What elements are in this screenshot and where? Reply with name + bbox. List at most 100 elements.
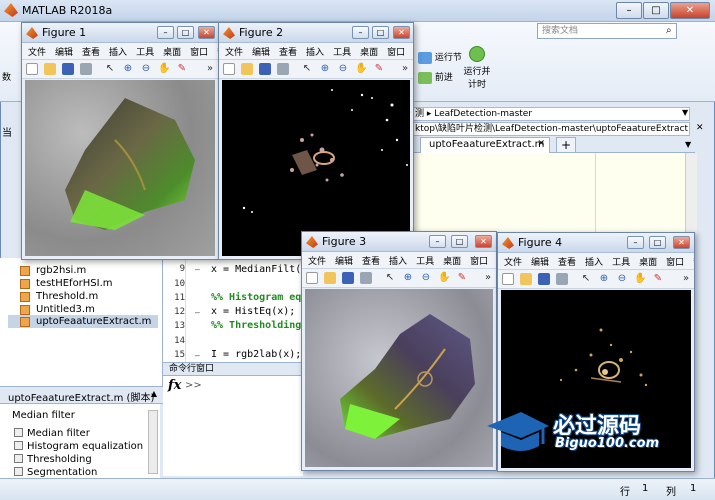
zoom-out-icon[interactable]: ⊖: [337, 63, 349, 75]
toolbar-overflow-icon[interactable]: »: [399, 63, 411, 75]
close-button[interactable]: ✕: [393, 26, 410, 39]
menu-view[interactable]: 查看: [273, 43, 300, 58]
folder-breadcrumb[interactable]: 测 ▸ LeafDetection-master: [410, 107, 690, 121]
zoom-out-icon[interactable]: ⊖: [616, 273, 628, 285]
breakpoint-dash[interactable]: –: [195, 265, 200, 274]
menu-insert[interactable]: 插入: [383, 252, 410, 267]
menu-tools[interactable]: 工具: [606, 253, 633, 268]
menu-file[interactable]: 文件: [22, 43, 49, 58]
maximize-button[interactable]: □: [451, 235, 468, 248]
toolbar-overflow-icon[interactable]: »: [680, 273, 692, 285]
tab-close-icon[interactable]: ✕: [537, 139, 545, 149]
print-icon[interactable]: [556, 273, 568, 285]
code-line[interactable]: I = rgb2lab(x);: [211, 349, 301, 360]
minimize-button[interactable]: –: [157, 26, 174, 39]
pan-icon[interactable]: ✋: [634, 273, 646, 285]
outline-item[interactable]: Thresholding: [14, 454, 92, 465]
data-cursor-icon[interactable]: ✎: [176, 63, 188, 75]
pan-icon[interactable]: ✋: [355, 63, 367, 75]
menu-window[interactable]: 窗口: [184, 43, 211, 58]
menu-window[interactable]: 窗口: [660, 253, 687, 268]
code-comment[interactable]: %% Thresholding: [211, 320, 301, 331]
close-button[interactable]: ✕: [475, 235, 492, 248]
figure-window-3[interactable]: Figure 3 – □ ✕ 文件编辑查看插入工具桌面窗口帮助 ↖ ⊕ ⊖ ✋ …: [301, 231, 497, 471]
zoom-in-icon[interactable]: ⊕: [319, 63, 331, 75]
close-button[interactable]: ✕: [198, 26, 215, 39]
menu-help[interactable]: 帮助: [211, 43, 218, 58]
add-tab-button[interactable]: +: [556, 137, 576, 153]
menu-tools[interactable]: 工具: [327, 43, 354, 58]
outline-item[interactable]: Histogram equalization: [14, 441, 143, 452]
breakpoint-dash[interactable]: –: [195, 351, 200, 360]
chevron-down-icon[interactable]: ▼: [682, 108, 688, 117]
minimize-button[interactable]: –: [352, 26, 369, 39]
toolbar-overflow-icon[interactable]: »: [482, 272, 494, 284]
save-icon[interactable]: [259, 63, 271, 75]
panel-close-icon[interactable]: ✕: [696, 123, 704, 133]
pointer-icon[interactable]: ↖: [580, 273, 592, 285]
menu-tools[interactable]: 工具: [410, 252, 437, 267]
close-button[interactable]: ✕: [670, 2, 710, 19]
outline-item[interactable]: Median filter: [14, 428, 90, 439]
zoom-in-icon[interactable]: ⊕: [598, 273, 610, 285]
image-axes[interactable]: [305, 289, 493, 467]
open-file-icon[interactable]: [44, 63, 56, 75]
tab-menu-icon[interactable]: ▼: [685, 140, 691, 149]
figure-titlebar[interactable]: Figure 1 – □ ✕: [22, 23, 218, 43]
menu-desktop[interactable]: 桌面: [157, 43, 184, 58]
pointer-icon[interactable]: ↖: [104, 63, 116, 75]
menu-file[interactable]: 文件: [219, 43, 246, 58]
save-icon[interactable]: [62, 63, 74, 75]
editor-tab-active[interactable]: uptoFeaatureExtract.m ✕: [420, 137, 550, 153]
code-line[interactable]: x = HistEq(x);: [211, 306, 295, 317]
save-icon[interactable]: [342, 272, 354, 284]
menu-edit[interactable]: 编辑: [525, 253, 552, 268]
figure-titlebar[interactable]: Figure 2 – □ ✕: [219, 23, 413, 43]
menu-insert[interactable]: 插入: [103, 43, 130, 58]
file-item-selected[interactable]: uptoFeaatureExtract.m: [8, 315, 158, 328]
zoom-out-icon[interactable]: ⊖: [140, 63, 152, 75]
search-docs-input[interactable]: 搜索文档: [537, 23, 677, 39]
menu-tools[interactable]: 工具: [130, 43, 157, 58]
breakpoint-dash[interactable]: –: [195, 308, 200, 317]
maximize-button[interactable]: □: [649, 236, 666, 249]
data-cursor-icon[interactable]: ✎: [456, 272, 468, 284]
menu-insert[interactable]: 插入: [300, 43, 327, 58]
maximize-button[interactable]: □: [372, 26, 389, 39]
pan-icon[interactable]: ✋: [158, 63, 170, 75]
open-file-icon[interactable]: [520, 273, 532, 285]
image-axes[interactable]: [25, 80, 215, 256]
data-cursor-icon[interactable]: ✎: [652, 273, 664, 285]
close-button[interactable]: ✕: [673, 236, 690, 249]
print-icon[interactable]: [277, 63, 289, 75]
figure-window-2[interactable]: Figure 2 – □ ✕ 文件编辑查看插入工具桌面窗口帮助 ↖ ⊕ ⊖ ✋ …: [218, 22, 414, 260]
menu-view[interactable]: 查看: [76, 43, 103, 58]
new-figure-icon[interactable]: [502, 273, 514, 285]
print-icon[interactable]: [360, 272, 372, 284]
toolbar-overflow-icon[interactable]: »: [204, 63, 216, 75]
code-line[interactable]: x = MedianFilt(x): [211, 264, 313, 275]
minimize-button[interactable]: –: [429, 235, 446, 248]
matlab-titlebar[interactable]: MATLAB R2018a – □ ✕: [0, 0, 715, 22]
command-window[interactable]: [163, 376, 303, 476]
menu-file[interactable]: 文件: [498, 253, 525, 268]
menu-view[interactable]: 查看: [356, 252, 383, 267]
maximize-button[interactable]: □: [643, 2, 669, 19]
chevron-up-icon[interactable]: ▲: [151, 389, 157, 398]
code-editor[interactable]: 9 – x = MedianFilt(x) 10 11 %% Histogram…: [163, 258, 313, 362]
details-scrollbar[interactable]: [148, 410, 158, 474]
minimize-button[interactable]: –: [627, 236, 644, 249]
menu-desktop[interactable]: 桌面: [437, 252, 464, 267]
fx-icon[interactable]: fx: [168, 378, 181, 393]
maximize-button[interactable]: □: [177, 26, 194, 39]
code-comment[interactable]: %% Histogram eq: [211, 292, 301, 303]
data-cursor-icon[interactable]: ✎: [373, 63, 385, 75]
zoom-out-icon[interactable]: ⊖: [420, 272, 432, 284]
command-window-header[interactable]: 命令行窗口: [163, 362, 303, 376]
menu-window[interactable]: 窗口: [464, 252, 491, 267]
menu-desktop[interactable]: 桌面: [354, 43, 381, 58]
menu-help[interactable]: 帮助: [491, 252, 496, 267]
pointer-icon[interactable]: ↖: [384, 272, 396, 284]
zoom-in-icon[interactable]: ⊕: [122, 63, 134, 75]
menu-help[interactable]: 帮助: [408, 43, 413, 58]
